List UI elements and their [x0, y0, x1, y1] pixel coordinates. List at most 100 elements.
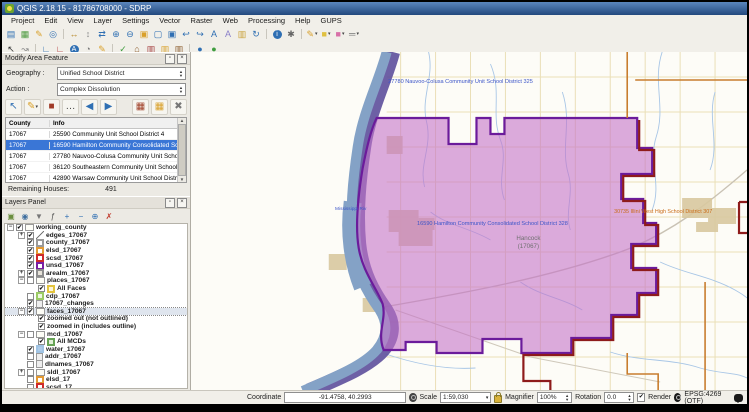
collapse-node-icon[interactable]: −: [18, 331, 25, 338]
geography-select[interactable]: Unified School District ▲▼: [57, 67, 186, 80]
render-checkbox[interactable]: ✔: [637, 393, 645, 402]
layer-item-scsd-17[interactable]: scsd_17: [5, 383, 187, 389]
more-options-button[interactable]: …: [62, 99, 79, 115]
layer-checkbox[interactable]: ✔: [27, 270, 34, 277]
layer-checkbox[interactable]: [27, 376, 34, 383]
scroll-down-icon[interactable]: ▼: [180, 177, 184, 182]
layer-item-zoomed-out-not-outlined-[interactable]: ✔zoomed out (not outlined): [5, 315, 187, 323]
add-group-button[interactable]: ▣: [5, 211, 17, 221]
expand-node-icon[interactable]: +: [18, 232, 25, 239]
measure-tools-button[interactable]: ═: [347, 28, 361, 40]
menu-gups[interactable]: GUPS: [315, 16, 346, 25]
menu-vector[interactable]: Vector: [154, 16, 185, 25]
zoom-out-button[interactable]: ⊖: [123, 28, 137, 40]
layer-checkbox[interactable]: [27, 331, 34, 338]
zoom-to-layer-button[interactable]: ▢: [151, 28, 165, 40]
zoom-swap-button[interactable]: ⇄: [95, 28, 109, 40]
layer-item-cdp-17067[interactable]: cdp_17067: [5, 292, 187, 300]
crs-globe-icon[interactable]: [674, 393, 681, 402]
zoom-to-selection-button[interactable]: ▣: [165, 28, 179, 40]
filter-legend-button[interactable]: ▼: [33, 211, 45, 221]
expand-node-icon[interactable]: +: [18, 369, 25, 376]
menu-layer[interactable]: Layer: [88, 16, 117, 25]
collapse-node-icon[interactable]: −: [7, 224, 14, 231]
layer-visibility-button[interactable]: ◉: [19, 211, 31, 221]
layer-item-mcd-17067[interactable]: −mcd_17067: [5, 330, 187, 338]
select-area-features-button[interactable]: ↖: [5, 99, 22, 115]
scrollbar-thumb[interactable]: [178, 124, 186, 176]
collapse-all-button[interactable]: −: [75, 211, 87, 221]
summary-table-button[interactable]: ▦: [132, 99, 149, 115]
menu-edit[interactable]: Edit: [39, 16, 62, 25]
run-feature-action-button[interactable]: ✱: [284, 28, 298, 40]
layer-item-all-mcds[interactable]: ✔All MCDs: [5, 338, 187, 346]
pan-map-button[interactable]: ↔: [67, 28, 81, 40]
action-select[interactable]: Complex Dissolution ▲▼: [57, 83, 186, 96]
layer-item-scsd-17067[interactable]: ✔scsd_17067: [5, 254, 187, 262]
scroll-up-icon[interactable]: ▲: [180, 118, 184, 123]
table-row[interactable]: 1706736120 Southeastern Community Unit S…: [6, 162, 186, 173]
layer-item-all-faces[interactable]: ✔All Faces: [5, 285, 187, 293]
layer-item-sldl-17067[interactable]: +sldl_17067: [5, 368, 187, 376]
close-panel-button[interactable]: ×: [177, 198, 187, 208]
rotation-spinner[interactable]: 0.0 ▲▼: [604, 392, 634, 403]
layer-item-dlnames-17067[interactable]: dlnames_17067: [5, 361, 187, 369]
modify-tool-button[interactable]: ■: [43, 99, 60, 115]
table-row[interactable]: 1706725590 Community Unit School Distric…: [6, 129, 186, 140]
selected-district-polygon[interactable]: [357, 118, 656, 353]
layer-item-addr-17067[interactable]: addr_17067: [5, 353, 187, 361]
table-scrollbar[interactable]: ▲ ▼: [177, 118, 186, 182]
menu-project[interactable]: Project: [6, 16, 39, 25]
layer-checkbox[interactable]: ✔: [38, 338, 45, 345]
zoom-last-button[interactable]: ↩: [179, 28, 193, 40]
layer-checkbox[interactable]: ✔: [27, 239, 34, 246]
collapse-node-icon[interactable]: −: [18, 277, 25, 284]
next-feature-button[interactable]: ▶: [100, 99, 117, 115]
magnifier-spinner[interactable]: 100% ▲▼: [537, 392, 572, 403]
shape-tools-button[interactable]: ■: [319, 28, 333, 40]
layer-checkbox[interactable]: [27, 369, 34, 376]
previous-feature-button[interactable]: ◀: [81, 99, 98, 115]
filter-by-expression-button[interactable]: ƒ: [47, 211, 59, 221]
save-project-button[interactable]: ▤: [4, 28, 18, 40]
menu-raster[interactable]: Raster: [186, 16, 218, 25]
layer-item-elsd-17[interactable]: elsd_17: [5, 376, 187, 384]
layer-checkbox[interactable]: [27, 361, 34, 368]
layer-checkbox[interactable]: [27, 293, 34, 300]
zoom-to-point-button[interactable]: ◎: [46, 28, 60, 40]
refresh-map-button[interactable]: ↻: [249, 28, 263, 40]
layer-checkbox[interactable]: ✔: [16, 224, 23, 231]
layer-item-water-17067[interactable]: ✔water_17067: [5, 346, 187, 354]
menu-help[interactable]: Help: [290, 16, 315, 25]
layer-checkbox[interactable]: ✔: [27, 262, 34, 269]
layer-checkbox[interactable]: ✔: [27, 255, 34, 262]
edit-tools-button[interactable]: ✎: [305, 28, 319, 40]
layer-checkbox[interactable]: ✔: [27, 346, 34, 353]
zoom-full-button[interactable]: ▣: [137, 28, 151, 40]
close-task-button[interactable]: ✖: [170, 99, 187, 115]
close-panel-button[interactable]: ×: [177, 54, 187, 64]
info-column-header[interactable]: Info: [50, 120, 186, 127]
layer-item-faces-17067[interactable]: −✔faces_17067: [5, 308, 187, 316]
table-row[interactable]: 1706742890 Warsaw Community Unit School …: [6, 173, 186, 183]
layer-item-edges-17067[interactable]: +✔edges_17067: [5, 232, 187, 240]
zoom-in-button[interactable]: ⊕: [109, 28, 123, 40]
layer-item-arealm-17067[interactable]: +✔arealm_17067: [5, 270, 187, 278]
identify-features-button[interactable]: i: [270, 28, 284, 40]
float-panel-button[interactable]: ▫: [165, 198, 175, 208]
layer-item-county-17067[interactable]: ✔county_17067: [5, 239, 187, 247]
expand-node-icon[interactable]: +: [18, 270, 25, 277]
layer-item-17067-changes[interactable]: ✔17067_changes: [5, 300, 187, 308]
map-canvas[interactable]: 27780 Nauvoo-Colusa Community Unit Schoo…: [191, 52, 747, 391]
lock-scale-icon[interactable]: [494, 395, 502, 403]
layer-checkbox[interactable]: ✔: [38, 323, 45, 330]
mouse-position-icon[interactable]: [409, 393, 416, 402]
menu-view[interactable]: View: [62, 16, 88, 25]
layer-checkbox[interactable]: ✔: [27, 232, 34, 239]
style-manager-button[interactable]: ✎: [32, 28, 46, 40]
review-grid-button[interactable]: ▦: [151, 99, 168, 115]
attribute-table-button[interactable]: A: [207, 28, 221, 40]
layer-item-elsd-17067[interactable]: ✔elsd_17067: [5, 247, 187, 255]
collapse-node-icon[interactable]: −: [18, 308, 25, 315]
county-column-header[interactable]: County: [6, 120, 50, 127]
